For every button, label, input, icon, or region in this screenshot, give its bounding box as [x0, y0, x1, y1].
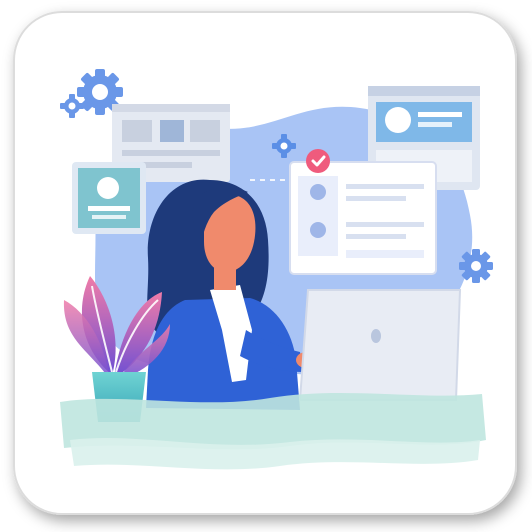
avatar-icon [385, 107, 411, 133]
illustration-canvas [13, 11, 517, 515]
avatar-icon [97, 177, 119, 199]
profile-card [72, 162, 146, 234]
checklist-window [289, 161, 437, 275]
app-icon-tile [0, 0, 532, 532]
check-icon [306, 149, 330, 173]
gear-icon [459, 249, 493, 283]
laptop-icon [298, 289, 462, 401]
